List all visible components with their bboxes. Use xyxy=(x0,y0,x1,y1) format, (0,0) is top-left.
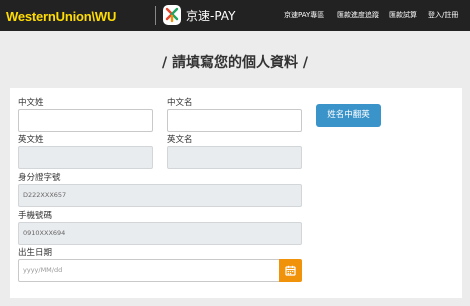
chinese-surname-label: 中文姓 xyxy=(18,98,44,108)
jk-pay-logo-text: 京速-PAY xyxy=(186,9,236,23)
id-number-field[interactable]: D222XXX657 xyxy=(18,184,302,207)
birth-date-placeholder: yyyy/MM/dd xyxy=(23,266,63,274)
calendar-icon xyxy=(285,265,296,276)
nav-remittance-tracking[interactable]: 匯款進度追蹤 xyxy=(337,10,379,20)
western-union-logo[interactable]: WesternUnion\WU xyxy=(6,7,116,25)
logo-divider xyxy=(155,6,156,25)
id-number-label: 身分證字號 xyxy=(18,173,61,183)
chinese-given-name-input[interactable] xyxy=(167,109,302,132)
english-given-name-label: 英文名 xyxy=(167,135,193,145)
birth-date-input[interactable]: yyyy/MM/dd xyxy=(18,259,280,282)
birth-date-label: 出生日期 xyxy=(18,248,53,258)
jk-pay-logo-icon[interactable] xyxy=(163,5,181,25)
english-given-name-input[interactable] xyxy=(167,146,302,169)
top-navigation-bar: WesternUnion\WU 京速-PAY 京速PAY專區 匯款進度追蹤 匯款… xyxy=(0,0,470,31)
chinese-surname-input[interactable] xyxy=(18,109,153,132)
phone-number-label: 手機號碼 xyxy=(18,211,53,221)
translate-name-button[interactable]: 姓名中翻英 xyxy=(316,104,381,127)
english-surname-label: 英文姓 xyxy=(18,135,44,145)
nav-remittance-calculator[interactable]: 匯款試算 xyxy=(389,10,417,20)
chinese-given-name-label: 中文名 xyxy=(167,98,193,108)
phone-number-field[interactable]: 0910XXX694 xyxy=(18,222,302,245)
page-title: / 請填寫您的個人資料 / xyxy=(162,55,308,71)
nav-login-register[interactable]: 登入/註冊 xyxy=(428,10,458,20)
nav-jk-pay-zone[interactable]: 京速PAY專區 xyxy=(284,10,324,20)
calendar-button[interactable] xyxy=(279,259,302,282)
english-surname-input[interactable] xyxy=(18,146,153,169)
western-union-logo-text: WesternUnion\WU xyxy=(6,8,117,24)
